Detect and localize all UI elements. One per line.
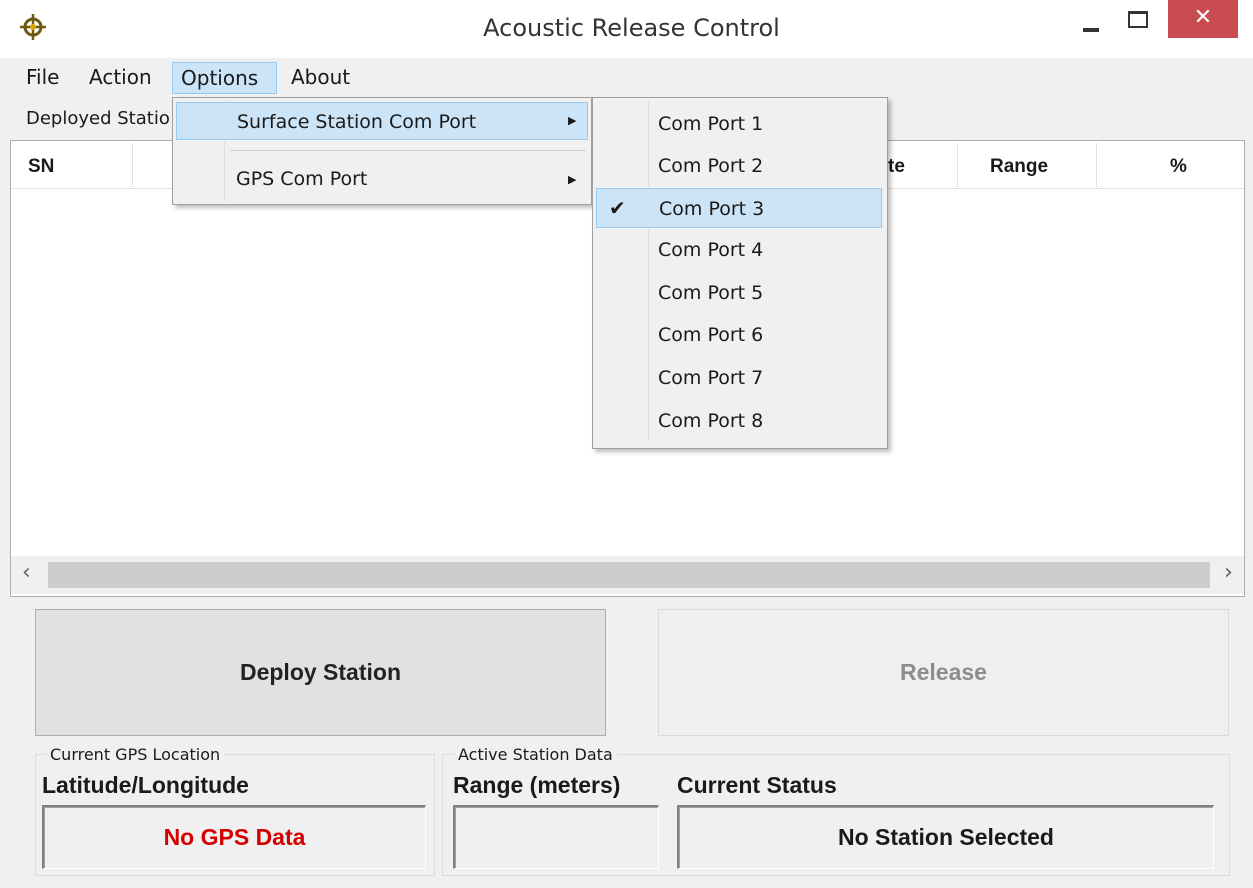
- menu-item-gps-com-port[interactable]: GPS Com Port: [176, 160, 588, 198]
- com-port-7-item[interactable]: Com Port 7: [596, 358, 882, 398]
- scrollbar-thumb[interactable]: [48, 562, 1210, 588]
- column-header-range[interactable]: Range: [990, 156, 1048, 178]
- column-separator: [132, 143, 133, 187]
- menu-file[interactable]: File: [18, 62, 67, 94]
- menu-options[interactable]: Options: [172, 62, 277, 94]
- com-port-2-item[interactable]: Com Port 2: [596, 146, 882, 186]
- menu-action[interactable]: Action: [81, 62, 160, 94]
- com-port-6-item[interactable]: Com Port 6: [596, 315, 882, 355]
- column-header-percent[interactable]: %: [1170, 156, 1187, 178]
- scroll-right-icon[interactable]: ›: [1224, 560, 1233, 585]
- com-port-8-item[interactable]: Com Port 8: [596, 401, 882, 441]
- scroll-left-icon[interactable]: ‹: [22, 560, 31, 585]
- range-label: Range (meters): [453, 772, 621, 798]
- range-value-field: [453, 805, 659, 869]
- submenu-arrow-icon: ▶: [568, 114, 577, 127]
- deploy-station-button[interactable]: Deploy Station: [35, 609, 606, 736]
- gps-group-legend: Current GPS Location: [46, 745, 225, 764]
- menu-item-surface-com-port[interactable]: Surface Station Com Port: [176, 102, 588, 140]
- column-separator: [1096, 143, 1097, 187]
- tab-deployed-stations[interactable]: Deployed Statio: [26, 108, 170, 129]
- menu-about[interactable]: About: [283, 62, 358, 94]
- status-value-field: No Station Selected: [677, 805, 1214, 869]
- com-port-3-item[interactable]: Com Port 3: [596, 188, 882, 228]
- lat-long-label: Latitude/Longitude: [42, 772, 249, 798]
- com-port-4-item[interactable]: Com Port 4: [596, 230, 882, 270]
- column-separator: [957, 143, 958, 187]
- menu-separator: [230, 150, 586, 151]
- status-label: Current Status: [677, 772, 837, 798]
- station-group-legend: Active Station Data: [454, 745, 617, 764]
- com-port-1-item[interactable]: Com Port 1: [596, 104, 882, 144]
- release-button[interactable]: Release: [658, 609, 1229, 736]
- gps-value-field: No GPS Data: [42, 805, 426, 869]
- column-header-sn[interactable]: SN: [28, 156, 54, 178]
- submenu-arrow-icon: ▶: [568, 173, 577, 186]
- column-header-date[interactable]: te: [888, 156, 905, 178]
- maximize-button[interactable]: [1128, 11, 1148, 28]
- check-icon: ✔: [609, 196, 626, 220]
- close-button[interactable]: ✕: [1168, 0, 1238, 38]
- minimize-button[interactable]: [1083, 28, 1099, 32]
- com-port-5-item[interactable]: Com Port 5: [596, 273, 882, 313]
- window-title: Acoustic Release Control: [483, 14, 780, 42]
